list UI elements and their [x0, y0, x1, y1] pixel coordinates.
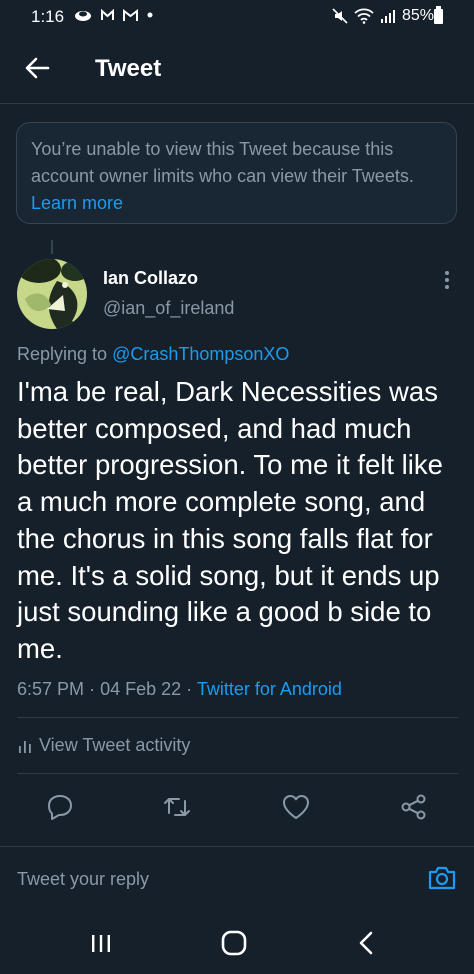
reply-input[interactable]: [17, 862, 397, 896]
back-arrow-icon[interactable]: [22, 53, 52, 83]
recent-apps-icon[interactable]: [86, 928, 116, 958]
replying-prefix: Replying to: [17, 344, 108, 364]
replying-to-line: Replying to @CrashThompsonXO: [17, 344, 289, 365]
retweet-icon[interactable]: [162, 792, 192, 822]
tweet-date: 04 Feb 22: [100, 679, 182, 699]
tweet-time: 6:57 PM: [17, 679, 85, 699]
replying-to-handle[interactable]: @CrashThompsonXO: [112, 344, 289, 364]
home-icon[interactable]: [219, 928, 249, 958]
notification-icons: [74, 8, 153, 22]
battery-icon: [434, 6, 443, 24]
dot-icon: [147, 12, 153, 18]
thread-connector: [51, 240, 53, 254]
share-icon[interactable]: [399, 792, 429, 822]
tweet-source-link[interactable]: Twitter for Android: [197, 679, 342, 699]
learn-more-link[interactable]: Learn more: [31, 193, 123, 213]
battery-percent: 85%: [401, 7, 434, 24]
header-divider: [0, 103, 474, 104]
meta-separator: ·: [89, 679, 96, 699]
wifi-icon: [354, 8, 374, 24]
protected-tweet-notice: You’re unable to view this Tweet because…: [16, 122, 457, 224]
tweet-text: I'ma be real, Dark Necessities was bette…: [17, 376, 443, 664]
reply-icon[interactable]: [45, 792, 75, 822]
app-header: Tweet: [0, 34, 474, 104]
mute-icon: [332, 8, 348, 24]
like-icon[interactable]: [281, 792, 311, 822]
author-name[interactable]: Ian Collazo: [103, 268, 198, 289]
back-nav-icon[interactable]: [352, 928, 382, 958]
author-handle[interactable]: @ian_of_ireland: [103, 298, 234, 319]
system-indicators: 85%: [332, 7, 434, 25]
gmail-icon: [123, 8, 138, 21]
activity-label: View Tweet activity: [39, 735, 191, 755]
divider: [17, 773, 458, 774]
page-title: Tweet: [95, 55, 162, 82]
status-time: 1:16: [31, 7, 65, 26]
divider: [17, 717, 458, 718]
system-navigation-bar: [0, 908, 474, 974]
notice-text: You’re unable to view this Tweet because…: [31, 139, 414, 186]
status-bar: 1:16 85%: [0, 0, 474, 34]
view-tweet-activity[interactable]: View Tweet activity: [17, 735, 190, 756]
avatar[interactable]: [17, 259, 87, 329]
cloud-icon: [75, 11, 91, 21]
meta-separator: ·: [186, 679, 193, 699]
tweet-meta: 6:57 PM · 04 Feb 22 · Twitter for Androi…: [17, 679, 342, 700]
signal-icon: [380, 9, 395, 23]
more-options-icon[interactable]: [437, 268, 457, 292]
gmail-icon: [101, 9, 114, 20]
bar-chart-icon: [19, 740, 31, 753]
camera-icon[interactable]: [426, 862, 458, 894]
divider: [0, 846, 474, 847]
tweet-actions: [0, 792, 474, 824]
